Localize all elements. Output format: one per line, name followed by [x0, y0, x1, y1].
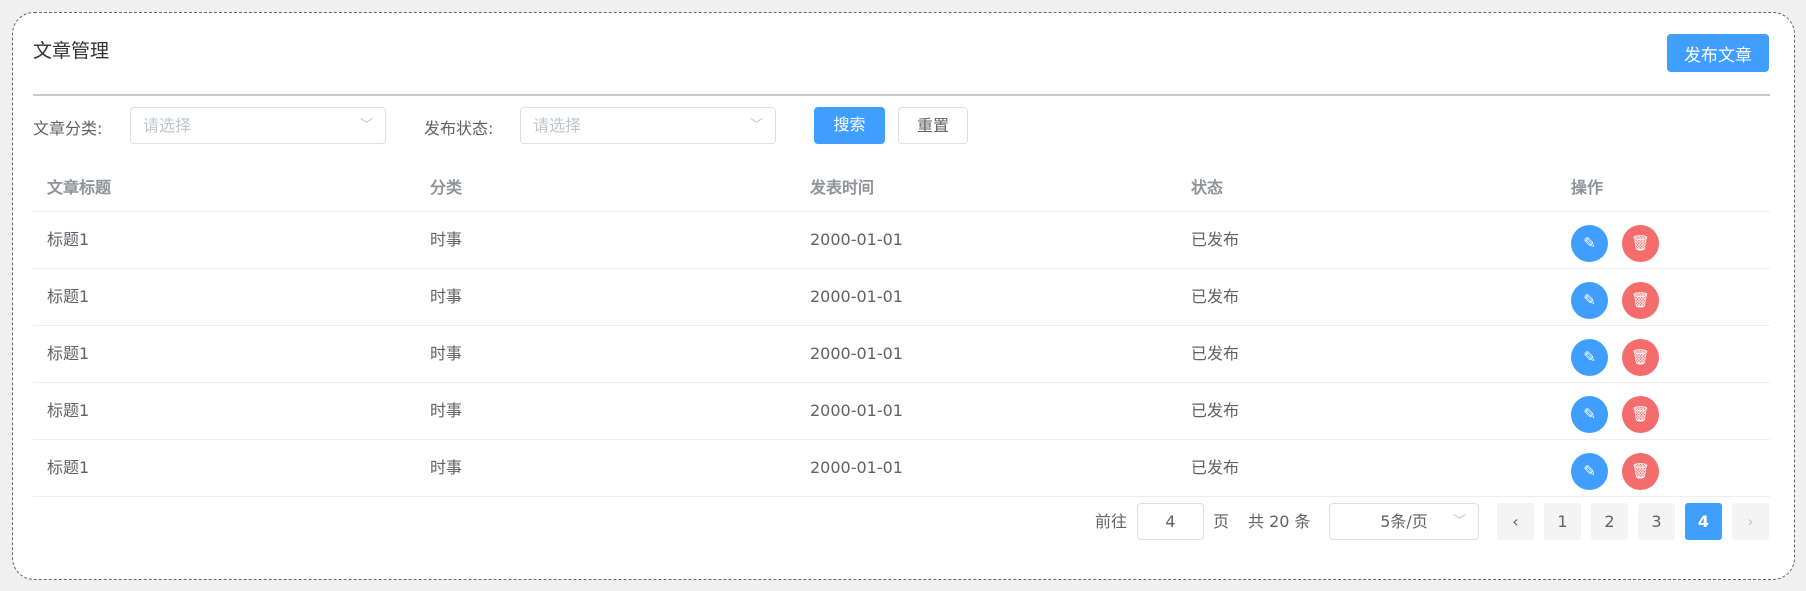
page-1[interactable]: 1	[1544, 503, 1581, 540]
category-label: 文章分类:	[33, 119, 103, 138]
edit-icon: ✎	[1583, 235, 1596, 252]
table-row: 标题1 时事 2000-01-01 已发布 ✎ 🗑	[33, 212, 1770, 269]
cell-date: 2000-01-01	[810, 401, 903, 420]
cell-category: 时事	[430, 401, 463, 420]
cell-date: 2000-01-01	[810, 287, 903, 306]
cell-status: 已发布	[1191, 230, 1240, 249]
page-title: 文章管理	[33, 40, 110, 62]
goto-label: 前往	[1095, 512, 1128, 531]
edit-icon: ✎	[1583, 463, 1596, 480]
page-suffix: 页	[1213, 512, 1230, 531]
table-row: 标题1 时事 2000-01-01 已发布 ✎ 🗑	[33, 326, 1770, 383]
page-3[interactable]: 3	[1638, 503, 1675, 540]
page-4-current[interactable]: 4	[1685, 503, 1722, 540]
delete-button[interactable]: 🗑	[1622, 225, 1659, 262]
chevron-down-icon: ﹀	[359, 118, 373, 133]
goto-page-input[interactable]: 4	[1137, 503, 1204, 540]
search-button[interactable]: 搜索	[814, 107, 885, 144]
cell-status: 已发布	[1191, 287, 1240, 306]
chevron-down-icon: ﹀	[1452, 514, 1466, 529]
table-row: 标题1 时事 2000-01-01 已发布 ✎ 🗑	[33, 383, 1770, 440]
prev-page-button[interactable]: ‹	[1497, 503, 1534, 540]
column-header: 状态	[1191, 178, 1224, 197]
trash-icon: 🗑	[1630, 235, 1651, 252]
column-header: 操作	[1571, 178, 1604, 197]
article-table: 文章标题 分类 发表时间 状态 操作 标题1 时事 2000-01-01 已发布…	[33, 165, 1770, 497]
cell-title: 标题1	[47, 458, 90, 477]
cell-category: 时事	[430, 344, 463, 363]
trash-icon: 🗑	[1630, 292, 1651, 309]
cell-category: 时事	[430, 287, 463, 306]
cell-title: 标题1	[47, 287, 90, 306]
divider	[33, 94, 1770, 96]
edit-button[interactable]: ✎	[1571, 339, 1608, 376]
cell-title: 标题1	[47, 344, 90, 363]
cell-category: 时事	[430, 458, 463, 477]
total-count: 共 20 条	[1248, 512, 1311, 531]
page-size-value: 5条/页	[1380, 512, 1428, 531]
edit-icon: ✎	[1583, 406, 1596, 423]
delete-button[interactable]: 🗑	[1622, 339, 1659, 376]
trash-icon: 🗑	[1630, 406, 1651, 423]
cell-category: 时事	[430, 230, 463, 249]
edit-button[interactable]: ✎	[1571, 282, 1608, 319]
publish-article-button[interactable]: 发布文章	[1667, 34, 1769, 72]
category-placeholder: 请选择	[143, 116, 192, 135]
cell-title: 标题1	[47, 230, 90, 249]
chevron-down-icon: ﹀	[749, 118, 763, 133]
edit-button[interactable]: ✎	[1571, 225, 1608, 262]
trash-icon: 🗑	[1630, 349, 1651, 366]
column-header: 文章标题	[47, 178, 112, 197]
edit-button[interactable]: ✎	[1571, 396, 1608, 433]
column-header: 分类	[430, 178, 463, 197]
table-header: 文章标题 分类 发表时间 状态 操作	[33, 165, 1770, 212]
column-header: 发表时间	[810, 178, 875, 197]
delete-button[interactable]: 🗑	[1622, 453, 1659, 490]
cell-date: 2000-01-01	[810, 230, 903, 249]
cell-status: 已发布	[1191, 344, 1240, 363]
status-placeholder: 请选择	[533, 116, 582, 135]
delete-button[interactable]: 🗑	[1622, 396, 1659, 433]
reset-button[interactable]: 重置	[898, 107, 968, 144]
next-page-button[interactable]: ›	[1732, 503, 1769, 540]
status-select[interactable]: 请选择 ﹀	[520, 107, 776, 144]
category-select[interactable]: 请选择 ﹀	[130, 107, 386, 144]
table-row: 标题1 时事 2000-01-01 已发布 ✎ 🗑	[33, 269, 1770, 326]
edit-icon: ✎	[1583, 349, 1596, 366]
edit-icon: ✎	[1583, 292, 1596, 309]
table-row: 标题1 时事 2000-01-01 已发布 ✎ 🗑	[33, 440, 1770, 497]
cell-status: 已发布	[1191, 458, 1240, 477]
cell-date: 2000-01-01	[810, 344, 903, 363]
page-2[interactable]: 2	[1591, 503, 1628, 540]
status-label: 发布状态:	[424, 119, 494, 138]
page-size-select[interactable]: 5条/页 ﹀	[1329, 503, 1479, 540]
cell-status: 已发布	[1191, 401, 1240, 420]
cell-title: 标题1	[47, 401, 90, 420]
trash-icon: 🗑	[1630, 463, 1651, 480]
delete-button[interactable]: 🗑	[1622, 282, 1659, 319]
cell-date: 2000-01-01	[810, 458, 903, 477]
edit-button[interactable]: ✎	[1571, 453, 1608, 490]
